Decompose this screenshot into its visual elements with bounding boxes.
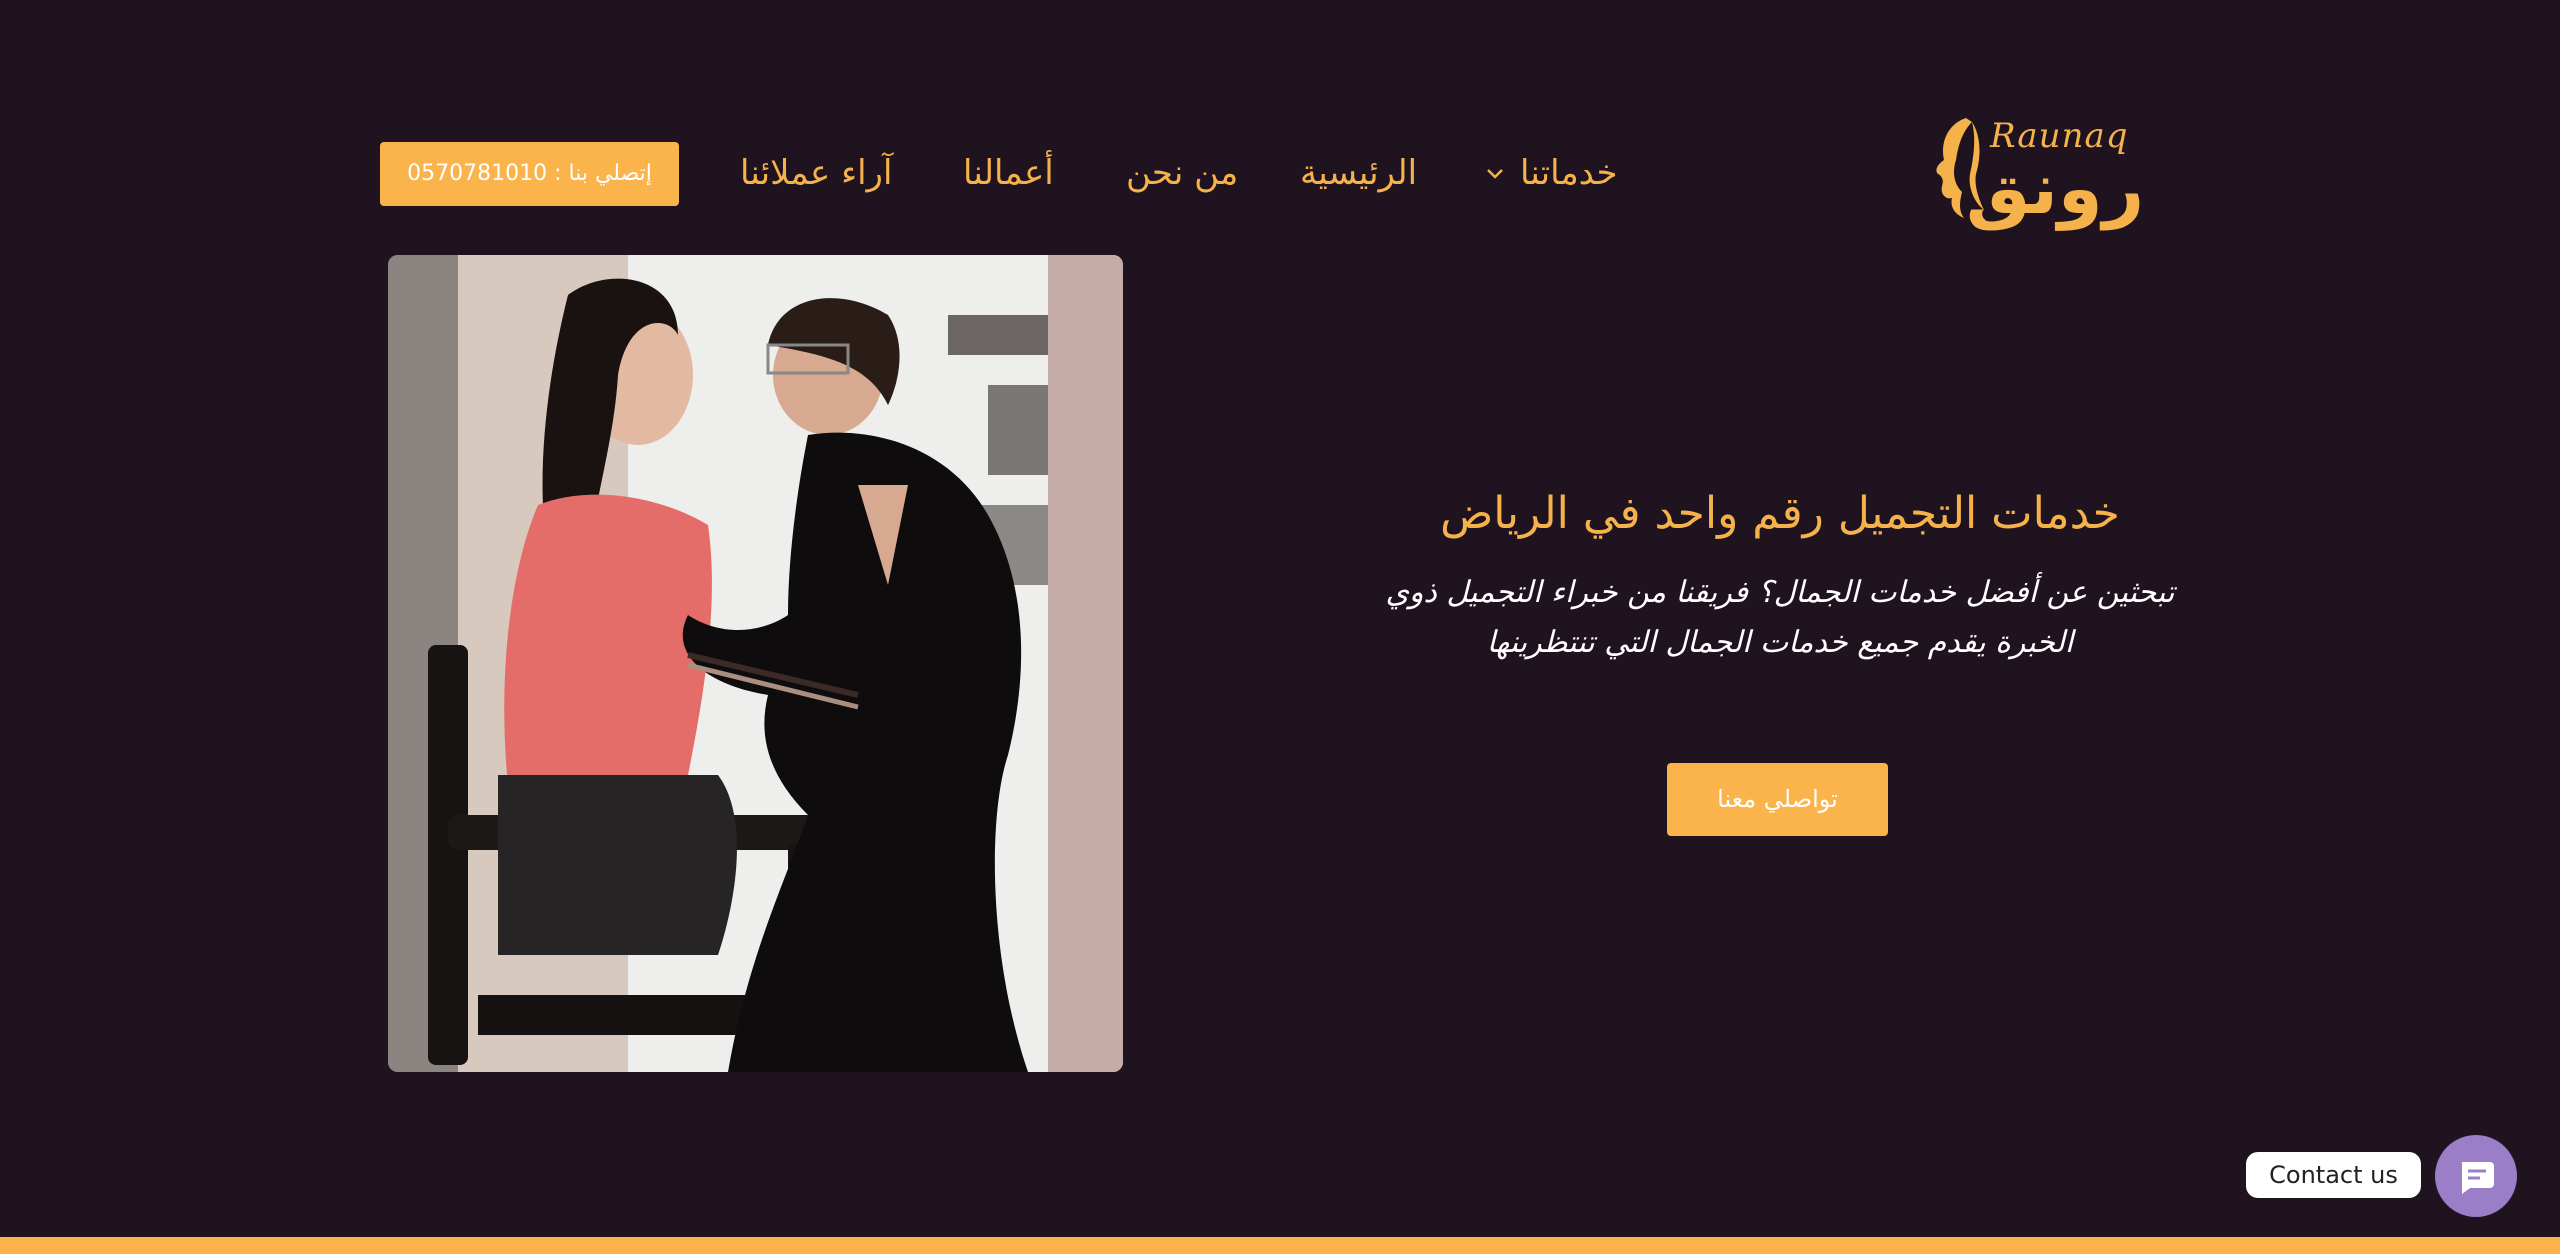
nav-item-about[interactable]: من نحن	[1126, 148, 1238, 198]
nav-item-services[interactable]: خدماتنا	[1484, 148, 1618, 198]
nav-item-works[interactable]: أعمالنا	[963, 148, 1054, 198]
hero-subtitle: تبحثين عن أفضل خدمات الجمال؟ فريقنا من خ…	[1385, 575, 2175, 660]
contact-us-button[interactable]: تواصلي معنا	[1667, 763, 1888, 836]
nav-item-reviews[interactable]: آراء عملائنا	[740, 148, 892, 198]
hero-image	[388, 255, 1123, 1072]
nav-item-home[interactable]: الرئيسية	[1300, 148, 1417, 198]
makeup-artist-photo	[388, 255, 1123, 1072]
contact-us-label[interactable]: Contact us	[2246, 1152, 2421, 1198]
chat-icon	[2462, 1162, 2494, 1194]
page: Raunaq رونق خدماتنا الرئيسية من نحن أعما…	[0, 0, 2560, 1254]
call-us-button[interactable]: إتصلي بنا : 0570781010	[380, 142, 679, 206]
footer-accent-strip	[0, 1237, 2560, 1254]
nav-services-label: خدماتنا	[1520, 153, 1618, 193]
hero-title: خدمات التجميل رقم واحد في الرياض	[1440, 488, 2120, 539]
chevron-down-icon	[1487, 169, 1503, 179]
contact-widget-button[interactable]	[2435, 1135, 2517, 1217]
